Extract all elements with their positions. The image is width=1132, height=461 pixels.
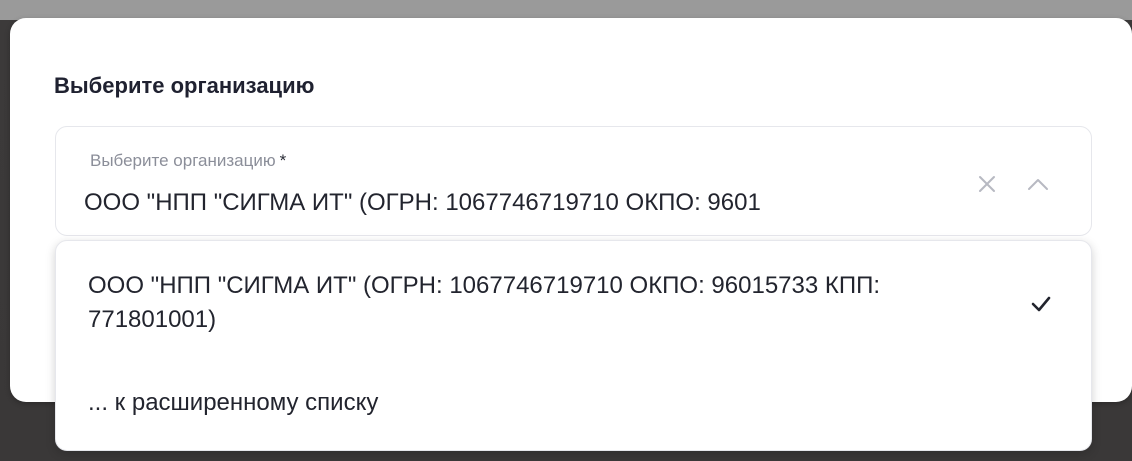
organization-select[interactable]: Выберите организацию * ООО "НПП "СИГМА ИТ… [55, 126, 1092, 236]
modal-title: Выберите организацию [54, 73, 315, 98]
dropdown-option-selected[interactable]: ООО "НПП "СИГМА ИТ" (ОГРН: 1067746719710… [56, 263, 1091, 373]
select-label-text: Выберите организацию [90, 151, 276, 170]
organization-dropdown-list: ООО "НПП "СИГМА ИТ" (ОГРН: 1067746719710… [55, 240, 1092, 451]
select-value[interactable]: ООО "НПП "СИГМА ИТ" (ОГРН: 1067746719710… [84, 189, 964, 217]
option-label: ... к расширенному списку [88, 389, 379, 416]
option-label: ООО "НПП "СИГМА ИТ" (ОГРН: 1067746719710… [88, 272, 881, 333]
chevron-up-icon[interactable] [1024, 171, 1052, 197]
check-icon [1031, 296, 1051, 312]
dropdown-option-extended-list[interactable]: ... к расширенному списку [56, 383, 1091, 433]
close-icon[interactable] [974, 171, 1000, 197]
required-mark: * [279, 151, 287, 170]
select-label: Выберите организацию * [90, 151, 286, 171]
